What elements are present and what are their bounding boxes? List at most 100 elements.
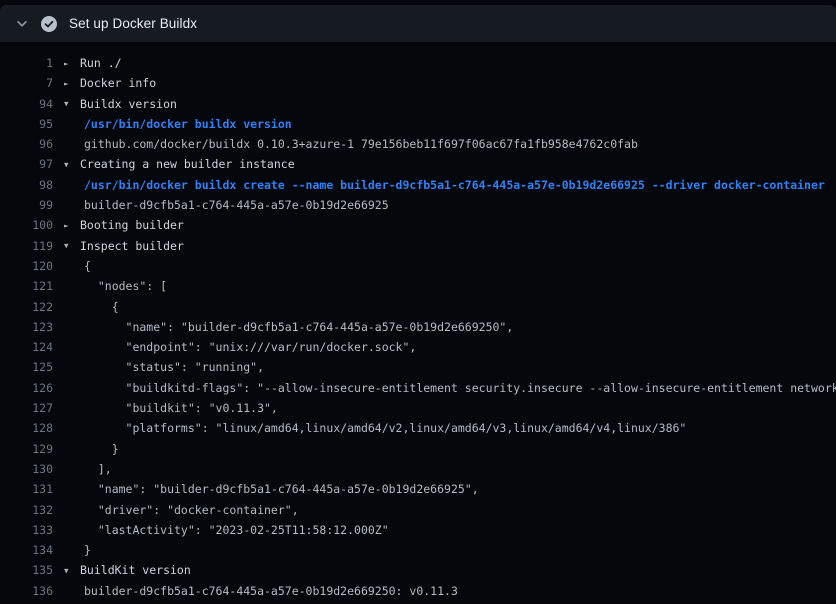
group-title: Creating a new builder instance xyxy=(80,157,295,171)
step-header[interactable]: Set up Docker Buildx xyxy=(0,5,836,42)
line-number-link[interactable]: 127 xyxy=(0,398,53,418)
line-number-link[interactable]: 123 xyxy=(0,317,53,337)
line-number-link[interactable]: 94 xyxy=(0,94,53,114)
log-lines: 1►Run ./7►Docker info94▼Buildx version95… xyxy=(0,42,836,601)
line-number-link[interactable]: 96 xyxy=(0,134,53,154)
line-number-link[interactable]: 100 xyxy=(0,215,53,235)
line-number-link[interactable]: 133 xyxy=(0,520,53,540)
step-title: Set up Docker Buildx xyxy=(69,16,197,31)
output-text: "lastActivity": "2023-02-25T11:58:12.000… xyxy=(84,523,389,537)
log-group-header[interactable]: ▼Inspect builder xyxy=(53,239,184,253)
log-line: 95/usr/bin/docker buildx version xyxy=(0,114,836,134)
log-line: 96 github.com/docker/buildx 0.10.3+azure-… xyxy=(0,134,836,154)
output-text: "endpoint": "unix:///var/run/docker.sock… xyxy=(84,340,416,354)
line-number-link[interactable]: 128 xyxy=(0,418,53,438)
command-text: /usr/bin/docker buildx version xyxy=(84,117,292,131)
log-line: 126 "buildkitd-flags": "--allow-insecure… xyxy=(0,378,836,398)
line-number-link[interactable]: 132 xyxy=(0,500,53,520)
line-number-link[interactable]: 130 xyxy=(0,459,53,479)
group-title: Inspect builder xyxy=(80,239,184,253)
group-title: Docker info xyxy=(80,76,156,90)
output-text: } xyxy=(84,543,91,557)
line-number-link[interactable]: 125 xyxy=(0,357,53,377)
log-line: 136 builder-d9cfb5a1-c764-445a-a57e-0b19d… xyxy=(0,581,836,601)
line-number-link[interactable]: 129 xyxy=(0,439,53,459)
output-text: github.com/docker/buildx 0.10.3+azure-1 … xyxy=(84,137,638,151)
log-group-header[interactable]: ▼BuildKit version xyxy=(53,563,191,577)
log-group-header[interactable]: ►Docker info xyxy=(53,76,156,90)
group-title: Booting builder xyxy=(80,218,184,232)
log-line: 130 ], xyxy=(0,459,836,479)
output-text: "platforms": "linux/amd64,linux/amd64/v2… xyxy=(84,421,686,435)
output-text: "buildkitd-flags": "--allow-insecure-ent… xyxy=(84,381,836,395)
line-number-link[interactable]: 135 xyxy=(0,560,53,580)
log-line: 7►Docker info xyxy=(0,73,836,93)
output-text: "driver": "docker-container", xyxy=(84,503,299,517)
log-line: 1►Run ./ xyxy=(0,53,836,73)
log-line: 94▼Buildx version xyxy=(0,94,836,114)
log-line: 128 "platforms": "linux/amd64,linux/amd6… xyxy=(0,418,836,438)
group-collapsed-icon: ► xyxy=(64,54,80,74)
log-line: 100►Booting builder xyxy=(0,215,836,235)
status-check-icon xyxy=(41,16,57,32)
line-number-link[interactable]: 99 xyxy=(0,195,53,215)
output-text: builder-d9cfb5a1-c764-445a-a57e-0b19d2e6… xyxy=(84,584,458,598)
log-line: 134} xyxy=(0,540,836,560)
line-number-link[interactable]: 124 xyxy=(0,337,53,357)
output-text: ], xyxy=(84,462,112,476)
log-line: 127 "buildkit": "v0.11.3", xyxy=(0,398,836,418)
group-title: BuildKit version xyxy=(80,563,191,577)
log-line: 98/usr/bin/docker buildx create --name b… xyxy=(0,175,836,195)
chevron-down-icon[interactable] xyxy=(15,17,29,31)
group-collapsed-icon: ► xyxy=(64,74,80,94)
line-number-link[interactable]: 122 xyxy=(0,297,53,317)
line-number-link[interactable]: 1 xyxy=(0,53,53,73)
output-text: } xyxy=(84,442,119,456)
line-number-link[interactable]: 98 xyxy=(0,175,53,195)
line-number-link[interactable]: 119 xyxy=(0,236,53,256)
log-line: 121 "nodes": [ xyxy=(0,276,836,296)
group-collapsed-icon: ► xyxy=(64,216,80,236)
log-group-header[interactable]: ►Run ./ xyxy=(53,56,122,70)
log-line: 124 "endpoint": "unix:///var/run/docker.… xyxy=(0,337,836,357)
log-line: 120 { xyxy=(0,256,836,276)
log-line: 132 "driver": "docker-container", xyxy=(0,500,836,520)
log-group-header[interactable]: ▼Creating a new builder instance xyxy=(53,157,295,171)
log-line: 129 } xyxy=(0,439,836,459)
line-number-link[interactable]: 97 xyxy=(0,154,53,174)
log-group-header[interactable]: ►Booting builder xyxy=(53,218,184,232)
output-text: "status": "running", xyxy=(84,360,264,374)
line-number-link[interactable]: 131 xyxy=(0,479,53,499)
group-title: Buildx version xyxy=(80,97,177,111)
output-text: { xyxy=(84,259,91,273)
log-line: 122 { xyxy=(0,297,836,317)
output-text: "name": "builder-d9cfb5a1-c764-445a-a57e… xyxy=(84,320,513,334)
line-number-link[interactable]: 134 xyxy=(0,540,53,560)
output-text: "buildkit": "v0.11.3", xyxy=(84,401,278,415)
line-number-link[interactable]: 95 xyxy=(0,114,53,134)
log-line: 119▼Inspect builder xyxy=(0,236,836,256)
output-text: builder-d9cfb5a1-c764-445a-a57e-0b19d2e6… xyxy=(84,198,389,212)
line-number-link[interactable]: 120 xyxy=(0,256,53,276)
log-line: 131 "name": "builder-d9cfb5a1-c764-445a-… xyxy=(0,479,836,499)
log-line: 99 builder-d9cfb5a1-c764-445a-a57e-0b19d2… xyxy=(0,195,836,215)
group-expanded-icon: ▼ xyxy=(64,155,80,175)
output-text: "name": "builder-d9cfb5a1-c764-445a-a57e… xyxy=(84,482,479,496)
log-line: 123 "name": "builder-d9cfb5a1-c764-445a-… xyxy=(0,317,836,337)
output-text: "nodes": [ xyxy=(84,279,167,293)
output-text: { xyxy=(84,300,119,314)
log-line: 125 "status": "running", xyxy=(0,357,836,377)
group-title: Run ./ xyxy=(80,56,122,70)
group-expanded-icon: ▼ xyxy=(64,236,80,256)
group-expanded-icon: ▼ xyxy=(64,561,80,581)
group-expanded-icon: ▼ xyxy=(64,94,80,114)
command-text: /usr/bin/docker buildx create --name bui… xyxy=(84,178,825,192)
log-line: 135▼BuildKit version xyxy=(0,560,836,580)
line-number-link[interactable]: 7 xyxy=(0,73,53,93)
log-line: 133 "lastActivity": "2023-02-25T11:58:12… xyxy=(0,520,836,540)
log-group-header[interactable]: ▼Buildx version xyxy=(53,97,177,111)
line-number-link[interactable]: 136 xyxy=(0,581,53,601)
log-line: 97▼Creating a new builder instance xyxy=(0,154,836,174)
line-number-link[interactable]: 121 xyxy=(0,276,53,296)
line-number-link[interactable]: 126 xyxy=(0,378,53,398)
